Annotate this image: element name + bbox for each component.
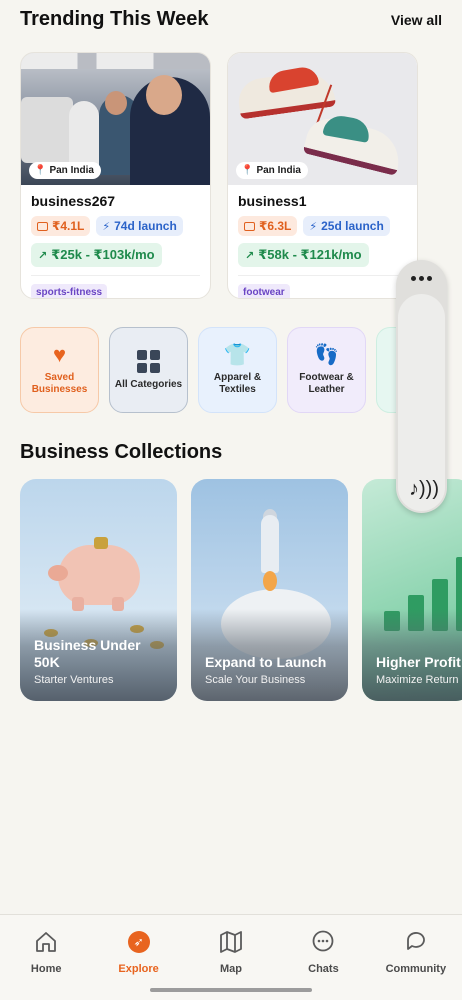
trending-list: 📍 Pan India business267 ₹4.1L ⚡ 74d laun…: [20, 52, 418, 299]
wallet-icon: [37, 221, 48, 231]
business-name: business267: [31, 193, 116, 209]
location-pill: 📍 Pan India: [29, 162, 101, 179]
home-icon: [33, 929, 59, 955]
heart-icon: ♥: [52, 342, 67, 367]
business-image: 📍 Pan India: [228, 53, 417, 185]
footprints-icon: 👣: [314, 344, 339, 366]
category-tag: sports-fitness: [31, 284, 108, 298]
divider: [238, 275, 407, 276]
chat-icon: [310, 929, 336, 955]
collection-subtitle: Starter Ventures: [34, 674, 114, 686]
nav-community[interactable]: Community: [370, 915, 462, 1000]
more-icon[interactable]: [396, 260, 447, 296]
trend-up-icon: ↗: [38, 249, 48, 262]
trending-card[interactable]: 📍 Pan India business1 ₹6.3L ⚡ 25d launch…: [227, 52, 418, 299]
category-saved-businesses[interactable]: ♥ Saved Businesses: [20, 327, 99, 413]
trending-card[interactable]: 📍 Pan India business267 ₹4.1L ⚡ 74d laun…: [20, 52, 211, 299]
trend-up-icon: ↗: [245, 249, 255, 262]
gesture-bar: [150, 988, 312, 992]
collection-card[interactable]: Business Under 50K Starter Ventures: [20, 479, 177, 701]
business-image: 📍 Pan India: [21, 53, 210, 185]
business-name: business1: [238, 193, 307, 209]
location-pill: 📍 Pan India: [236, 162, 308, 179]
grid-icon: [137, 349, 160, 373]
collections-title: Business Collections: [20, 441, 223, 463]
floating-audio-widget[interactable]: ♪))): [396, 260, 447, 513]
community-icon: [403, 929, 429, 955]
revenue-chip: ↗ ₹25k - ₹103k/mo: [31, 243, 162, 267]
collections-header: Business Collections: [20, 441, 222, 464]
launch-chip: ⚡ 74d launch: [96, 216, 183, 236]
divider: [31, 275, 200, 276]
wallet-icon: [244, 221, 255, 231]
collection-subtitle: Scale Your Business: [205, 674, 306, 686]
collection-title: Expand to Launch: [205, 654, 327, 670]
view-all-link[interactable]: View all: [391, 12, 442, 28]
pin-icon: 📍: [241, 165, 254, 176]
trending-header: Trending This Week View all: [20, 8, 442, 31]
trending-title: Trending This Week: [20, 8, 209, 30]
map-icon: [218, 929, 244, 955]
category-row: ♥ Saved Businesses All Categories 👕 Appa…: [20, 327, 436, 413]
collection-subtitle: Maximize Return: [376, 674, 459, 686]
nav-home[interactable]: Home: [0, 915, 92, 1000]
category-footwear[interactable]: 👣 Footwear & Leather: [287, 327, 366, 413]
bolt-icon: ⚡: [102, 220, 111, 233]
investment-chip: ₹4.1L: [31, 216, 91, 236]
bolt-icon: ⚡: [309, 220, 318, 233]
sound-icon[interactable]: ♪))): [409, 478, 439, 501]
widget-panel[interactable]: ♪))): [398, 294, 445, 511]
category-tag: footwear: [238, 284, 290, 298]
collection-card[interactable]: Expand to Launch Scale Your Business: [191, 479, 348, 701]
category-all[interactable]: All Categories: [109, 327, 188, 413]
category-apparel[interactable]: 👕 Apparel & Textiles: [198, 327, 277, 413]
pin-icon: 📍: [34, 165, 47, 176]
collection-title: Higher Profit: [376, 654, 461, 670]
collection-card[interactable]: Higher Profit Maximize Return: [362, 479, 462, 701]
launch-chip: ⚡ 25d launch: [303, 216, 390, 236]
investment-chip: ₹6.3L: [238, 216, 298, 236]
collection-title: Business Under 50K: [34, 637, 141, 670]
compass-icon: ➶: [127, 929, 150, 955]
shirt-icon: 👕: [223, 342, 252, 367]
collections-list: Business Under 50K Starter Ventures Expa…: [20, 479, 462, 701]
revenue-chip: ↗ ₹58k - ₹121k/mo: [238, 243, 369, 267]
